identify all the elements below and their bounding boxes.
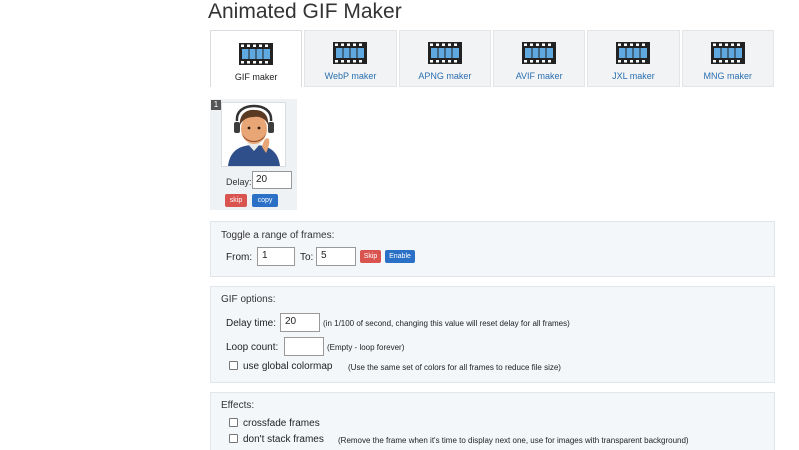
crossfade-checkbox[interactable]: [229, 418, 238, 427]
maker-tabs: GIF maker WebP maker APNG maker AVIF mak…: [210, 30, 774, 87]
page-title: Animated GIF Maker: [208, 0, 402, 23]
loop-count-label: Loop count:: [226, 342, 279, 353]
film-strip-icon: [239, 43, 274, 65]
frame-thumbnail[interactable]: [221, 102, 286, 167]
film-strip-icon: [616, 42, 651, 64]
gif-options-panel: GIF options: Delay time: 20 (in 1/100 of…: [210, 286, 775, 383]
dont-stack-note: (Remove the frame when it's time to disp…: [338, 436, 689, 445]
tab-mng-maker[interactable]: MNG maker: [681, 30, 774, 87]
tab-label: JXL maker: [612, 71, 655, 81]
tab-apng-maker[interactable]: APNG maker: [398, 30, 491, 87]
frame-card: 1 Delay: 20 skip copy: [210, 99, 297, 210]
to-input[interactable]: 5: [316, 247, 356, 266]
panel-title: Toggle a range of frames:: [221, 230, 335, 241]
tab-label: APNG maker: [418, 71, 472, 81]
film-strip-icon: [522, 42, 557, 64]
tab-label: WebP maker: [324, 71, 377, 81]
tab-label: AVIF maker: [515, 71, 563, 81]
global-colormap-checkbox[interactable]: [229, 361, 238, 370]
to-label: To:: [300, 252, 314, 263]
delay-time-label: Delay time:: [226, 318, 277, 329]
tab-jxl-maker[interactable]: JXL maker: [587, 30, 680, 87]
from-label: From:: [226, 252, 253, 263]
tab-gif-maker[interactable]: GIF maker: [210, 30, 303, 87]
dont-stack-checkbox[interactable]: [229, 434, 238, 443]
tab-avif-maker[interactable]: AVIF maker: [492, 30, 586, 87]
range-skip-button[interactable]: Skip: [360, 250, 381, 263]
loop-count-input[interactable]: [284, 337, 324, 356]
tab-webp-maker[interactable]: WebP maker: [304, 30, 397, 87]
toggle-range-panel: Toggle a range of frames: From: 1 To: 5 …: [210, 221, 775, 277]
global-colormap-label: use global colormap: [243, 361, 333, 372]
global-colormap-note: (Use the same set of colors for all fram…: [348, 363, 561, 372]
crossfade-label: crossfade frames: [243, 418, 320, 429]
avatar: [222, 103, 285, 166]
film-strip-icon: [710, 42, 745, 64]
range-enable-button[interactable]: Enable: [385, 250, 415, 263]
frame-copy-button[interactable]: copy: [252, 194, 278, 207]
delay-time-input[interactable]: 20: [280, 313, 320, 332]
frame-delay-label: Delay:: [226, 177, 252, 187]
loop-count-note: (Empty - loop forever): [327, 343, 405, 352]
frame-delay-input[interactable]: 20: [252, 171, 292, 189]
panel-title: Effects:: [221, 400, 255, 411]
frame-number: 1: [211, 100, 221, 110]
effects-panel: Effects: crossfade frames don't stack fr…: [210, 392, 775, 450]
film-strip-icon: [333, 42, 368, 64]
film-strip-icon: [427, 42, 462, 64]
frame-skip-button[interactable]: skip: [225, 194, 247, 207]
tab-label: GIF maker: [234, 72, 278, 82]
tab-label: MNG maker: [703, 71, 753, 81]
dont-stack-label: don't stack frames: [243, 434, 324, 445]
delay-time-note: (in 1/100 of second, changing this value…: [323, 319, 570, 328]
panel-title: GIF options:: [221, 294, 276, 305]
from-input[interactable]: 1: [257, 247, 295, 266]
